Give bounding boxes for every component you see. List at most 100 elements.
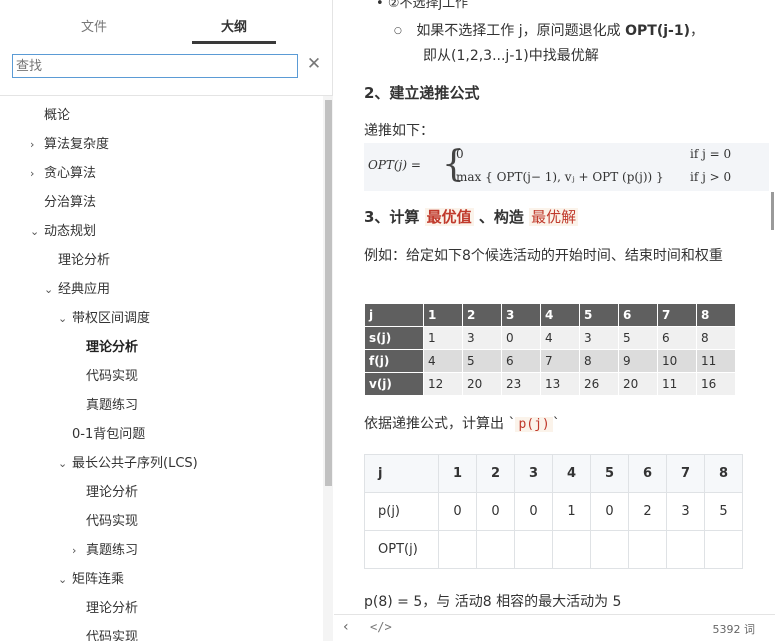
table-row-label: s(j) <box>364 326 424 350</box>
table-cell[interactable] <box>666 530 705 569</box>
highlight: 最优值 <box>424 208 474 226</box>
outline-item[interactable]: 真题练习 <box>72 391 138 420</box>
outline-item[interactable]: ⌄ 带权区间调度 <box>58 304 150 333</box>
tab-files[interactable]: 文件 <box>52 16 136 35</box>
highlight: 最优解 <box>529 208 579 226</box>
outline-item[interactable]: 概论 <box>30 101 70 130</box>
editor-scrollbar-thumb[interactable] <box>771 192 774 230</box>
outline-search-input[interactable] <box>12 54 298 78</box>
chevron-right-icon[interactable]: › <box>30 159 44 188</box>
word-count[interactable]: 5392 词 <box>713 621 756 637</box>
pj-table[interactable]: j 1 2 3 4 5 6 7 8 p(j) 0 0 0 1 0 2 3 5 O… <box>364 454 743 569</box>
outline-item-label: 贪心算法 <box>44 166 97 181</box>
sidebar-scrollbar-thumb[interactable] <box>325 100 332 486</box>
code-icon[interactable]: </> <box>370 620 392 634</box>
outline-item-label: 真题练习 <box>86 543 139 558</box>
sidebar: 文件 大纲 ✕ 概论 ›算法复杂度 ›贪心算法 分治算法 ⌄动态规划 理论分析 … <box>0 0 333 641</box>
table-cell[interactable]: 0 <box>476 492 515 531</box>
table-cell: 5 <box>618 326 658 350</box>
table-header-cell[interactable]: 4 <box>552 454 591 493</box>
list-item-continued: 即从(1,2,3...j-1)中找最优解 <box>423 48 599 64</box>
footer-paragraph: p(8) = 5，与 活动8 相容的最大活动为 5 <box>364 594 622 610</box>
outline-item[interactable]: › 算法复杂度 <box>30 130 109 159</box>
table-header-cell[interactable]: 6 <box>628 454 667 493</box>
table-cell[interactable] <box>590 530 629 569</box>
table-header-cell[interactable]: 2 <box>476 454 515 493</box>
table-cell[interactable]: 0 <box>590 492 629 531</box>
table-cell: 11 <box>696 349 736 373</box>
table-header-cell[interactable]: 7 <box>666 454 705 493</box>
outline-item[interactable]: 理论分析 <box>72 478 138 507</box>
status-bar: ‹ </> 5392 词 <box>334 614 775 641</box>
table-cell[interactable]: 5 <box>704 492 743 531</box>
table-header-cell[interactable]: 8 <box>704 454 743 493</box>
outline-item-label: 矩阵连乘 <box>72 572 125 587</box>
table-cell[interactable]: 2 <box>628 492 667 531</box>
formula-block: OPT(j) = { 0 max { OPT(j− 1), vⱼ + OPT (… <box>364 143 769 191</box>
outline-item[interactable]: 理论分析 <box>72 594 138 623</box>
table-row-label: f(j) <box>364 349 424 373</box>
chevron-right-icon[interactable]: › <box>30 130 44 159</box>
table-cell[interactable] <box>704 530 743 569</box>
outline-item[interactable]: ⌄ 矩阵连乘 <box>58 565 124 594</box>
table-header-cell: 4 <box>540 303 580 327</box>
table-header-cell[interactable]: 3 <box>514 454 553 493</box>
table-row: OPT(j) <box>364 530 743 569</box>
outline-item[interactable]: 代码实现 <box>72 507 138 536</box>
outline-item-label: 最长公共子序列(LCS) <box>72 456 198 471</box>
heading-recurrence: 2、建立递推公式 <box>364 84 480 102</box>
table-cell[interactable] <box>476 530 515 569</box>
table-cell[interactable] <box>514 530 553 569</box>
outline-item[interactable]: 0-1背包问题 <box>58 420 145 449</box>
table-cell: 23 <box>501 372 541 396</box>
table-cell[interactable] <box>438 530 477 569</box>
example-paragraph: 例如：给定如下8个候选活动的开始时间、结束时间和权重 <box>364 248 723 264</box>
sidebar-tabs: 文件 大纲 <box>0 0 333 46</box>
chevron-right-icon[interactable]: › <box>72 536 86 565</box>
outline-item-label: 算法复杂度 <box>44 137 110 152</box>
heading-compute: 3、计算 最优值 、构造 最优解 <box>364 206 579 227</box>
table-header-cell[interactable]: j <box>364 454 439 493</box>
outline-item[interactable]: › 真题练习 <box>72 536 138 565</box>
chevron-down-icon[interactable]: ⌄ <box>44 275 58 304</box>
outline-item[interactable]: › 贪心算法 <box>30 159 96 188</box>
outline-item[interactable]: 代码实现 <box>72 362 138 391</box>
close-icon[interactable]: ✕ <box>305 54 323 74</box>
table-cell[interactable] <box>628 530 667 569</box>
chevron-down-icon[interactable]: ⌄ <box>58 565 72 594</box>
chevron-left-icon[interactable]: ‹ <box>343 619 349 635</box>
editor-content[interactable]: • ②不选择j工作 ○ 如果不选择工作 j，原问题退化成 OPT(j-1)， 即… <box>334 0 775 614</box>
table-cell: 26 <box>579 372 619 396</box>
table-header-cell[interactable]: 5 <box>590 454 629 493</box>
outline-item-label: 代码实现 <box>86 369 139 384</box>
chevron-down-icon[interactable]: ⌄ <box>58 304 72 333</box>
paragraph-text: ` <box>552 416 560 432</box>
table-cell[interactable]: 1 <box>552 492 591 531</box>
list-item-text: ②不选择j工作 <box>387 0 469 11</box>
table-cell[interactable]: 0 <box>438 492 477 531</box>
table-row-label[interactable]: p(j) <box>364 492 439 531</box>
compute-pj-paragraph: 依据递推公式，计算出 ` p(j) ` <box>364 413 560 433</box>
outline-item-active[interactable]: 理论分析 <box>72 333 138 362</box>
outline-item[interactable]: 理论分析 <box>44 246 110 275</box>
table-cell[interactable]: 0 <box>514 492 553 531</box>
table-cell: 8 <box>696 326 736 350</box>
outline-item[interactable]: 代码实现 <box>72 623 138 641</box>
circle-bullet-icon: ○ <box>394 26 402 36</box>
outline-item-label: 动态规划 <box>44 224 97 239</box>
tab-active-underline <box>192 41 276 44</box>
chevron-down-icon[interactable]: ⌄ <box>58 449 72 478</box>
outline-item[interactable]: ⌄ 经典应用 <box>44 275 110 304</box>
table-cell: 9 <box>618 349 658 373</box>
outline-item[interactable]: ⌄ 最长公共子序列(LCS) <box>58 449 198 478</box>
outline-item[interactable]: 分治算法 <box>30 188 96 217</box>
chevron-down-icon[interactable]: ⌄ <box>30 217 44 246</box>
tab-outline[interactable]: 大纲 <box>192 16 276 35</box>
table-header-cell[interactable]: 1 <box>438 454 477 493</box>
table-cell[interactable]: 3 <box>666 492 705 531</box>
outline-item[interactable]: ⌄ 动态规划 <box>30 217 96 246</box>
table-cell: 3 <box>462 326 502 350</box>
table-row-label[interactable]: OPT(j) <box>364 530 439 569</box>
formula-case1: 0 <box>456 147 464 161</box>
table-cell[interactable] <box>552 530 591 569</box>
